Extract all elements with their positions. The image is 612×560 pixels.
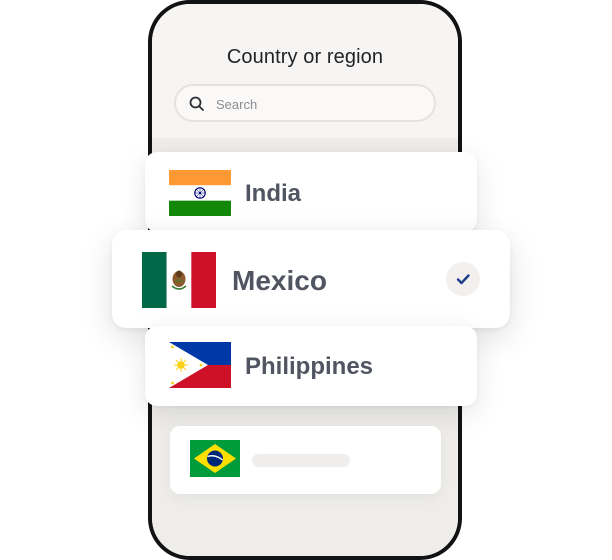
country-option-philippines[interactable]: Philippines — [145, 326, 477, 406]
country-name: Philippines — [245, 353, 374, 380]
country-option-brazil[interactable] — [170, 426, 441, 494]
philippines-flag-icon — [169, 342, 231, 388]
search-icon — [189, 96, 204, 111]
brazil-flag-icon — [190, 440, 240, 477]
country-option-india[interactable]: India — [145, 152, 477, 232]
loading-placeholder — [252, 454, 350, 467]
page-title: Country or region — [226, 46, 384, 68]
india-flag-icon — [169, 170, 231, 216]
country-name: Mexico — [232, 265, 327, 296]
search-input[interactable] — [214, 93, 398, 115]
search-box[interactable] — [174, 84, 436, 122]
country-option-mexico[interactable]: Mexico — [112, 230, 510, 328]
selected-indicator — [446, 262, 480, 296]
checkmark-icon — [456, 274, 470, 285]
mexico-flag-icon — [142, 252, 216, 308]
screen-header: Country or region — [152, 4, 458, 132]
country-name: India — [245, 180, 302, 207]
